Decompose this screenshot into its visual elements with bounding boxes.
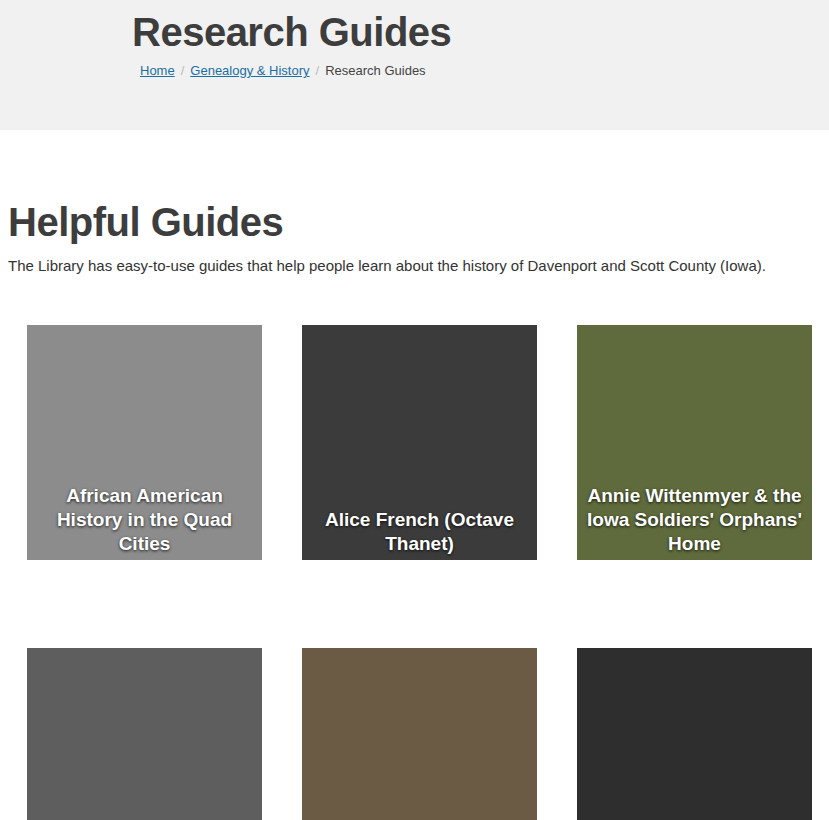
guide-card[interactable]: African American History in the Quad Cit… [27, 325, 262, 560]
guide-card[interactable] [27, 648, 262, 820]
guide-card[interactable] [302, 648, 537, 820]
page: Research GuidesHome/Genealogy & History/… [0, 0, 829, 820]
breadcrumb: Home/Genealogy & History/Research Guides [132, 56, 829, 80]
page-title: Research Guides [132, 8, 829, 56]
section-title: Helpful Guides [8, 198, 821, 246]
breadcrumb-link[interactable]: Genealogy & History [190, 62, 309, 80]
guide-card-title: Annie Wittenmyer & the Iowa Soldiers' Or… [577, 484, 812, 560]
guide-card-title: Alice French (Octave Thanet) [302, 508, 537, 560]
breadcrumb-current: Research Guides [325, 62, 425, 80]
guides-section: Helpful Guides The Library has easy-to-us… [0, 198, 829, 820]
guide-grid: African American History in the Quad Cit… [27, 325, 821, 820]
section-description: The Library has easy-to-use guides that … [8, 255, 821, 277]
breadcrumb-link[interactable]: Home [140, 62, 175, 80]
breadcrumb-separator: / [175, 62, 191, 80]
guide-card[interactable]: Alice French (Octave Thanet) [302, 325, 537, 560]
guide-card[interactable] [577, 648, 812, 820]
breadcrumb-separator: / [310, 62, 326, 80]
page-header: Research GuidesHome/Genealogy & History/… [0, 0, 829, 130]
guide-card[interactable]: Annie Wittenmyer & the Iowa Soldiers' Or… [577, 325, 812, 560]
guide-card-title: African American History in the Quad Cit… [27, 484, 262, 560]
